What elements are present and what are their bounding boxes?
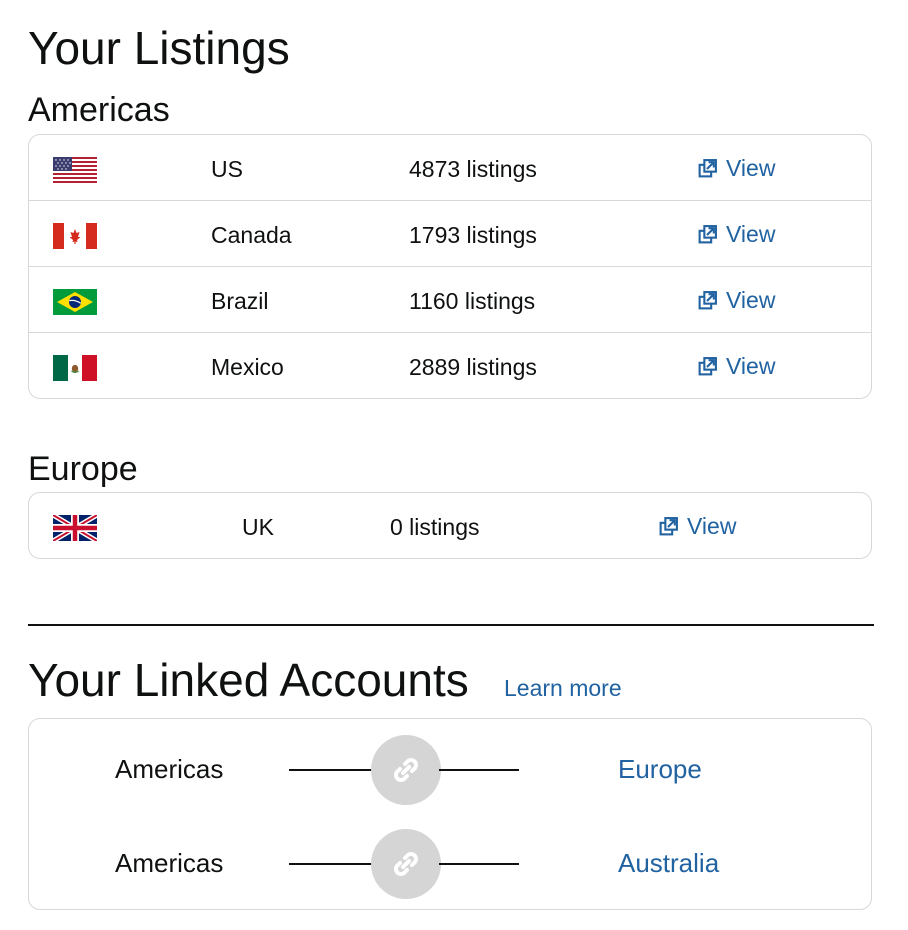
- view-link-brazil[interactable]: View: [697, 285, 775, 315]
- link-source-region: Americas: [115, 754, 224, 784]
- connector-line: [439, 863, 519, 865]
- listing-row-canada: Canada 1793 listings View: [29, 201, 871, 267]
- view-label: View: [726, 221, 776, 247]
- link-status-badge: [371, 829, 441, 899]
- external-link-icon: [698, 158, 717, 177]
- country-name: Canada: [211, 222, 292, 248]
- view-label: View: [726, 287, 776, 313]
- region-title-europe: Europe: [28, 450, 138, 488]
- link-icon: [394, 852, 418, 876]
- europe-listings-table: UK 0 listings View: [28, 492, 872, 559]
- external-link-icon: [698, 356, 717, 375]
- listing-count: 0 listings: [390, 514, 480, 540]
- listing-count: 1793 listings: [409, 222, 537, 248]
- listing-count: 2889 listings: [409, 354, 537, 380]
- linked-region-link-europe[interactable]: Europe: [618, 753, 702, 785]
- listings-title: Your Listings: [28, 22, 290, 74]
- view-link-uk[interactable]: View: [658, 511, 736, 541]
- country-name: Brazil: [211, 288, 269, 314]
- view-label: View: [726, 353, 776, 379]
- link-source-region: Americas: [115, 848, 224, 878]
- listing-row-mexico: Mexico 2889 listings View: [29, 333, 871, 398]
- link-status-badge: [371, 735, 441, 805]
- view-link-canada[interactable]: View: [697, 219, 775, 249]
- linked-accounts-title: Your Linked Accounts: [28, 654, 469, 706]
- view-link-mexico[interactable]: View: [697, 351, 775, 381]
- connector-line: [439, 769, 519, 771]
- connector-line: [289, 863, 373, 865]
- country-name: Mexico: [211, 354, 284, 380]
- learn-more-link[interactable]: Learn more: [504, 674, 622, 702]
- listing-count: 1160 listings: [409, 288, 536, 314]
- country-name: UK: [242, 514, 274, 540]
- americas-listings-table: US 4873 listings View Canada 1793 listin…: [28, 134, 872, 399]
- view-label: View: [726, 155, 776, 181]
- listing-row-uk: UK 0 listings View: [29, 493, 871, 558]
- linked-account-row: Americas Europe: [29, 729, 871, 809]
- external-link-icon: [698, 224, 717, 243]
- listing-row-brazil: Brazil 1160 listings View: [29, 267, 871, 333]
- linked-account-row: Americas Australia: [29, 823, 871, 903]
- canada-flag-icon: [53, 223, 97, 249]
- external-link-icon: [698, 290, 717, 309]
- view-link-us[interactable]: View: [697, 153, 775, 183]
- country-name: US: [211, 156, 243, 182]
- region-title-americas: Americas: [28, 91, 170, 129]
- listing-count: 4873 listings: [409, 156, 537, 182]
- linked-accounts-box: Americas Europe Americas Australia: [28, 718, 872, 910]
- uk-flag-icon: [53, 515, 97, 541]
- section-divider: [28, 624, 874, 626]
- listing-row-us: US 4873 listings View: [29, 135, 871, 201]
- view-label: View: [687, 513, 737, 539]
- linked-region-link-australia[interactable]: Australia: [618, 847, 719, 879]
- link-icon: [394, 758, 418, 782]
- brazil-flag-icon: [53, 289, 97, 315]
- mexico-flag-icon: [53, 355, 97, 381]
- us-flag-icon: [53, 157, 97, 183]
- connector-line: [289, 769, 373, 771]
- external-link-icon: [659, 516, 678, 535]
